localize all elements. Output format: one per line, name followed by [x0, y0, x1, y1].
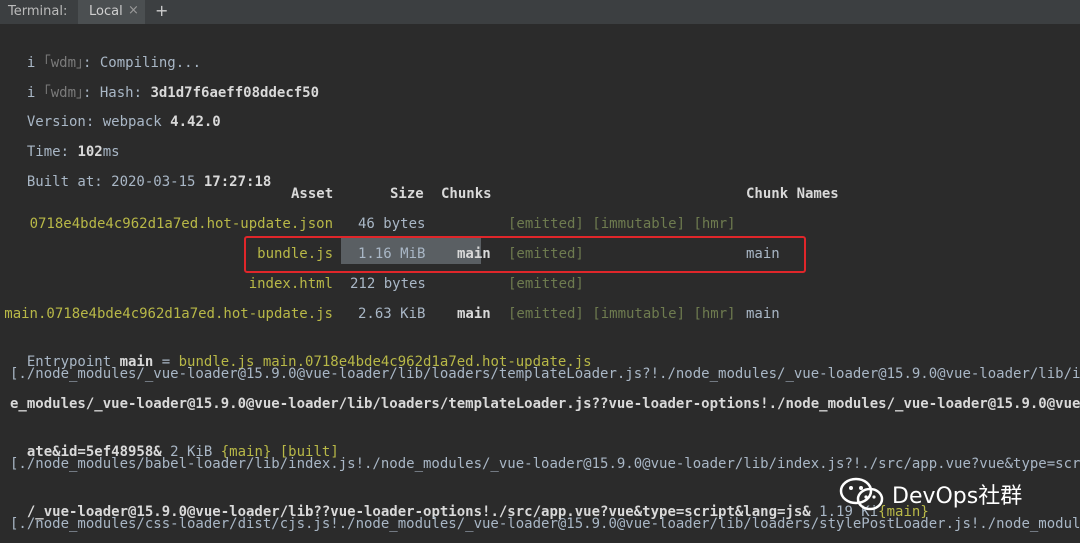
tab-local-label: Local — [89, 4, 123, 19]
header-chunk-names: Chunk Names — [746, 186, 839, 202]
close-icon[interactable]: × — [128, 3, 139, 18]
terminal-tabbar: Terminal: Local × + — [0, 0, 1080, 25]
header-chunks: Chunks — [441, 186, 492, 202]
tab-local[interactable]: Local × — [78, 0, 145, 24]
wechat-icon — [839, 477, 884, 511]
module-line: [./node_modules/css-loader/dist/cjs.js!.… — [10, 516, 1080, 532]
module-line: [./node_modules/babel-loader/lib/index.j… — [10, 456, 1080, 472]
annotation-red-box — [244, 236, 806, 273]
watermark-text: DevOps社群 — [892, 484, 1023, 509]
header-size: Size — [390, 186, 424, 202]
module-line: [./node_modules/_vue-loader@15.9.0@vue-l… — [10, 366, 1080, 382]
header-asset: Asset — [291, 186, 334, 202]
module-line: e_modules/_vue-loader@15.9.0@vue-loader/… — [10, 396, 1080, 412]
add-tab-icon[interactable]: + — [155, 1, 168, 20]
terminal-title: Terminal: — [8, 4, 68, 19]
